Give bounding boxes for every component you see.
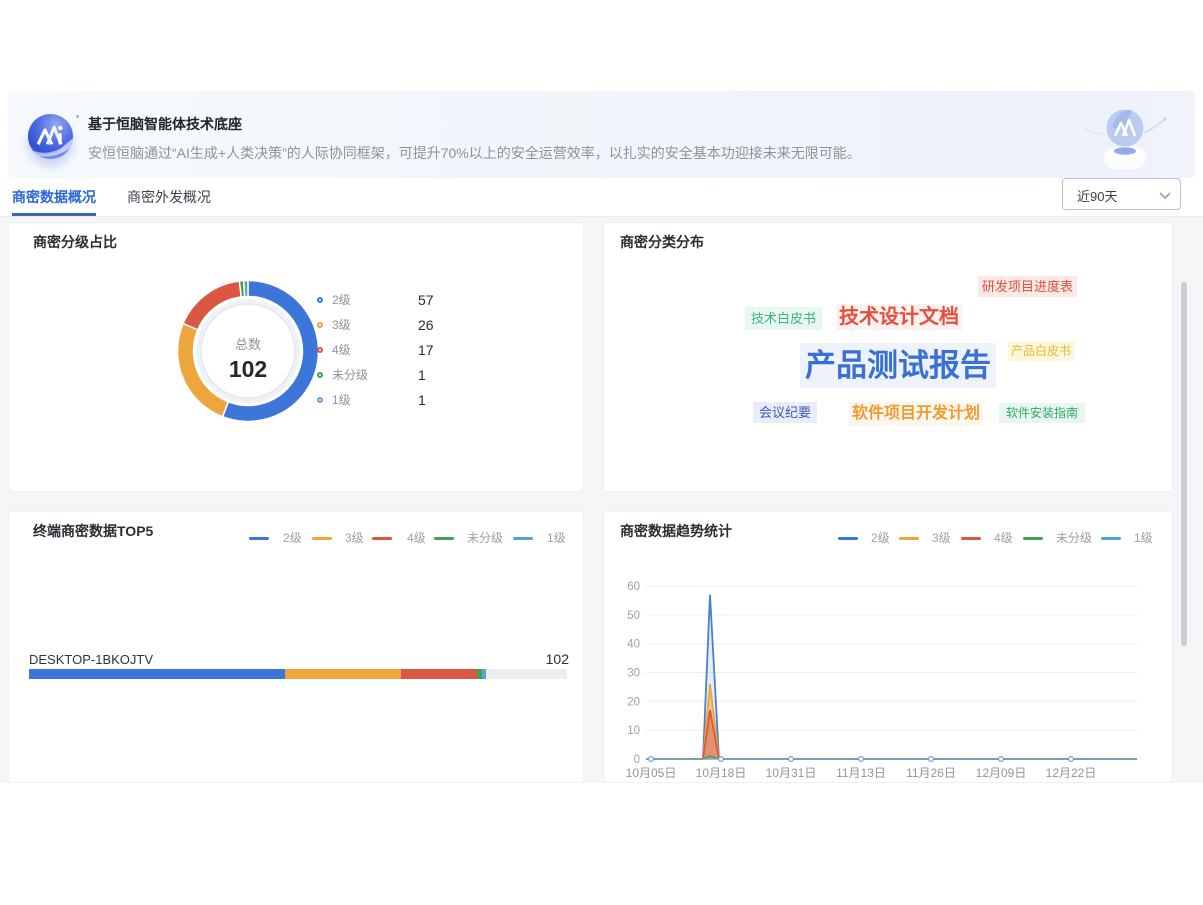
- svg-text:20: 20: [627, 696, 640, 708]
- svg-text:11月26日: 11月26日: [906, 766, 956, 780]
- svg-text:30: 30: [627, 668, 640, 680]
- svg-text:60: 60: [627, 581, 640, 593]
- svg-text:102: 102: [229, 356, 267, 382]
- svg-text:12月09日: 12月09日: [976, 766, 1027, 780]
- svg-text:0: 0: [634, 754, 640, 766]
- svg-text:12月22日: 12月22日: [1046, 766, 1097, 780]
- svg-text:40: 40: [627, 639, 640, 651]
- svg-text:50: 50: [627, 610, 640, 622]
- svg-text:11月13日: 11月13日: [836, 766, 886, 780]
- svg-text:10月31日: 10月31日: [766, 766, 817, 780]
- svg-text:10月18日: 10月18日: [696, 766, 747, 780]
- svg-text:总数: 总数: [235, 337, 261, 352]
- svg-text:10月05日: 10月05日: [626, 766, 677, 780]
- svg-text:10: 10: [627, 725, 640, 737]
